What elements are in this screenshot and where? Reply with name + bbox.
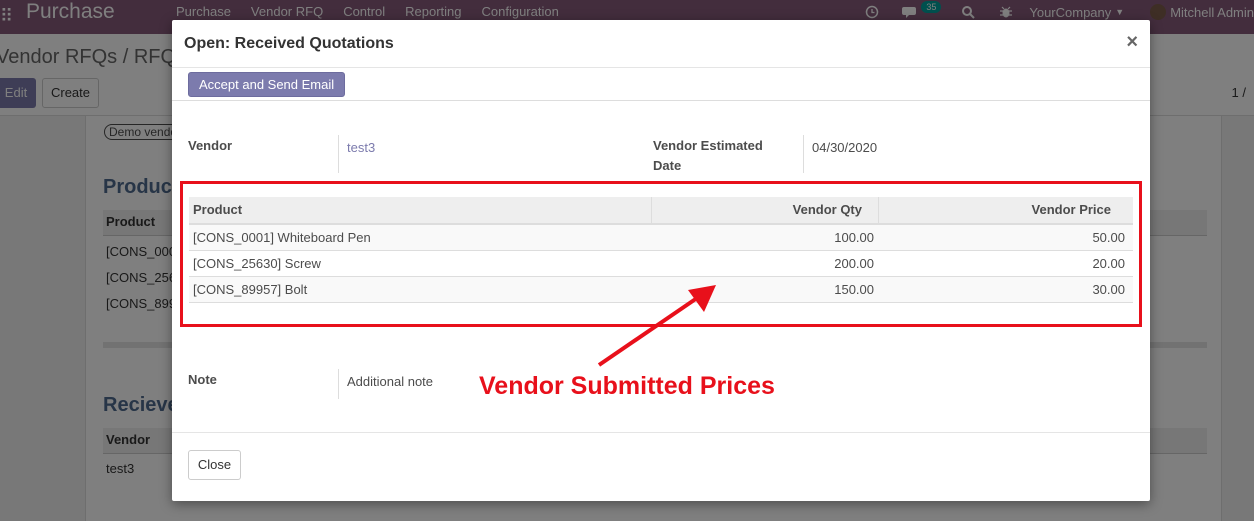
dialog-statusbar: Accept and Send Email — [172, 68, 1150, 101]
field-divider — [803, 135, 804, 173]
dialog-header: Open: Received Quotations × — [172, 20, 1150, 68]
close-button[interactable]: Close — [188, 450, 241, 480]
estimated-date-label-line1: Vendor Estimated — [653, 138, 763, 153]
received-quotations-dialog: Open: Received Quotations × Accept and S… — [172, 20, 1150, 501]
field-divider — [338, 369, 339, 399]
estimated-date-label-line2: Date — [653, 158, 682, 173]
accept-and-send-email-button[interactable]: Accept and Send Email — [188, 72, 346, 97]
vendor-label: Vendor — [188, 138, 233, 153]
note-label: Note — [188, 372, 217, 387]
vendor-link[interactable]: test3 — [347, 140, 375, 155]
field-divider — [338, 135, 339, 173]
vendor-estimated-date-value: 04/30/2020 — [812, 140, 878, 155]
note-value: Additional note — [347, 374, 434, 389]
annotation-arrow-icon — [597, 285, 716, 367]
close-icon[interactable]: × — [1126, 31, 1138, 54]
vendor-estimated-date-label: Vendor Estimated Date — [653, 138, 763, 173]
annotation-label: Vendor Submitted Prices — [479, 372, 775, 400]
dialog-title: Open: Received Quotations — [184, 35, 394, 52]
dialog-footer: Close — [172, 432, 1150, 501]
